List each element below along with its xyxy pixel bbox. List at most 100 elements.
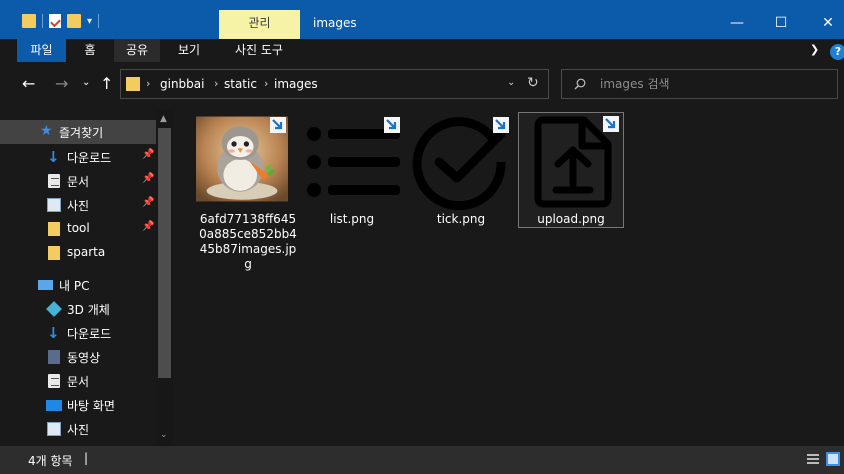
navigation-pane: ★ 즐겨찾기 ↓ 다운로드 📌 문서 📌 사진 📌 tool 📌 sparta … xyxy=(0,110,173,446)
download-icon: ↓ xyxy=(47,324,60,342)
sidebar-item-downloads[interactable]: ↓ 다운로드 📌 xyxy=(0,145,156,169)
tab-manage[interactable]: 관리 xyxy=(219,10,300,39)
pin-icon: 📌 xyxy=(142,149,155,160)
divider xyxy=(42,14,43,28)
download-icon: ↓ xyxy=(47,148,60,166)
shortcut-arrow-icon xyxy=(603,116,619,132)
sidebar-item-pc-downloads[interactable]: ↓ 다운로드 xyxy=(0,321,156,345)
folder-icon xyxy=(48,222,60,236)
sidebar-item-pictures[interactable]: 사진 📌 xyxy=(0,193,156,217)
search-input[interactable] xyxy=(600,70,830,98)
sidebar-item-this-pc[interactable]: 내 PC xyxy=(0,273,156,297)
sidebar-item-videos[interactable]: 동영상 xyxy=(0,345,156,369)
expand-ribbon-icon[interactable]: ❯ xyxy=(810,43,819,56)
pin-icon: 📌 xyxy=(142,197,155,208)
address-bar[interactable]: › ginbbai › static › images ⌄ ↻ xyxy=(120,69,549,99)
breadcrumb-images[interactable]: images xyxy=(274,77,318,91)
sidebar-item-sparta[interactable]: sparta xyxy=(0,241,156,265)
file-list: 6afd77138ff645 0a885ce852bb4 45b87images… xyxy=(173,110,844,446)
breadcrumb-static[interactable]: static xyxy=(224,77,257,91)
sidebar-item-quick-access[interactable]: ★ 즐겨찾기 xyxy=(0,120,156,144)
sidebar-item-label: 내 PC xyxy=(59,279,90,293)
search-box[interactable] xyxy=(561,69,838,99)
file-name: upload.png xyxy=(537,212,605,226)
folder-icon[interactable] xyxy=(22,14,36,28)
scroll-up-icon[interactable]: ▲ xyxy=(160,114,167,124)
tab-home[interactable]: 홈 xyxy=(66,39,114,62)
tab-file[interactable]: 파일 xyxy=(17,39,66,62)
ribbon-tabs: 파일 홈 공유 보기 사진 도구 ❯ xyxy=(0,39,844,62)
file-name: tick.png xyxy=(436,212,486,226)
sidebar-item-pc-documents[interactable]: 문서 xyxy=(0,369,156,393)
breadcrumb-ginbbai[interactable]: ginbbai xyxy=(160,77,204,91)
sidebar-item-label: 다운로드 xyxy=(67,327,112,341)
sidebar-item-label: 바탕 화면 xyxy=(67,399,115,413)
sidebar-item-label: 즐겨찾기 xyxy=(59,126,104,140)
sidebar-item-label: 3D 개체 xyxy=(67,303,110,317)
star-icon: ★ xyxy=(40,123,53,139)
sidebar-item-documents[interactable]: 문서 📌 xyxy=(0,169,156,193)
large-icons-view-icon[interactable] xyxy=(826,452,840,466)
properties-icon[interactable] xyxy=(49,14,61,28)
tab-picture-tools[interactable]: 사진 도구 xyxy=(218,39,300,62)
document-icon xyxy=(48,174,60,188)
sidebar-scrollbar[interactable]: ▲ ⌄ xyxy=(156,110,173,446)
divider: | xyxy=(84,451,89,465)
chevron-right-icon[interactable]: › xyxy=(214,77,218,90)
file-name-line: 6afd77138ff645 xyxy=(199,212,297,226)
up-arrow-icon[interactable]: ↑ xyxy=(100,74,113,93)
sidebar-item-label: 사진 xyxy=(67,199,90,213)
search-icon xyxy=(574,78,586,90)
file-item-tick-png[interactable]: tick.png xyxy=(409,114,513,230)
sidebar-item-3d-objects[interactable]: 3D 개체 xyxy=(0,297,156,321)
chevron-down-icon[interactable]: ⌄ xyxy=(507,77,515,88)
minimize-button[interactable]: — xyxy=(714,10,760,36)
help-icon[interactable]: ? xyxy=(830,44,844,60)
sidebar-item-label: 다운로드 xyxy=(67,151,112,165)
details-view-icon[interactable] xyxy=(806,452,820,466)
sidebar-item-pc-pictures[interactable]: 사진 xyxy=(0,417,156,441)
recent-locations-icon[interactable]: ⌄ xyxy=(82,77,90,88)
chevron-right-icon[interactable]: › xyxy=(264,77,268,90)
file-item-penguin-jpg[interactable]: 6afd77138ff645 0a885ce852bb4 45b87images… xyxy=(196,114,300,274)
sidebar-item-desktop[interactable]: 바탕 화면 xyxy=(0,393,156,417)
folder-icon xyxy=(48,246,60,260)
desktop-icon xyxy=(46,400,62,411)
pictures-icon xyxy=(47,198,61,212)
scrollbar-thumb[interactable] xyxy=(158,128,171,378)
computer-icon xyxy=(38,280,53,290)
sidebar-item-label: tool xyxy=(67,221,90,235)
maximize-button[interactable]: ☐ xyxy=(758,10,804,36)
quick-access-toolbar: ▾ xyxy=(22,14,100,28)
status-bar: 4개 항목 | xyxy=(0,446,844,474)
sidebar-item-label: sparta xyxy=(67,245,106,259)
sidebar-item-label: 동영상 xyxy=(67,351,101,365)
file-name-line: g xyxy=(244,257,252,271)
new-folder-icon[interactable] xyxy=(67,14,81,28)
sidebar-item-label: 문서 xyxy=(67,375,90,389)
sidebar-item-tool[interactable]: tool 📌 xyxy=(0,217,156,241)
scroll-down-icon[interactable]: ⌄ xyxy=(160,430,168,440)
file-item-list-png[interactable]: list.png xyxy=(300,114,404,230)
file-name: 6afd77138ff645 0a885ce852bb4 45b87images… xyxy=(196,212,300,272)
file-name-line: 0a885ce852bb4 xyxy=(199,227,297,241)
video-icon xyxy=(48,350,60,364)
forward-arrow-icon[interactable]: → xyxy=(55,74,68,93)
divider xyxy=(98,14,100,28)
sidebar-item-label: 사진 xyxy=(67,423,90,437)
shortcut-arrow-icon xyxy=(384,117,400,133)
sidebar-item-label: 문서 xyxy=(67,175,90,189)
chevron-right-icon[interactable]: › xyxy=(146,77,150,90)
window-title: images xyxy=(313,16,357,30)
title-bar: ▾ 관리 images — ☐ ✕ xyxy=(0,0,844,39)
back-arrow-icon[interactable]: ← xyxy=(22,74,35,93)
close-button[interactable]: ✕ xyxy=(805,10,844,36)
file-item-upload-png[interactable]: upload.png xyxy=(518,112,624,228)
file-name: list.png xyxy=(329,212,375,226)
tab-view[interactable]: 보기 xyxy=(160,39,218,62)
refresh-icon[interactable]: ↻ xyxy=(527,75,539,91)
shortcut-arrow-icon xyxy=(493,117,509,133)
tab-share[interactable]: 공유 xyxy=(114,39,160,62)
customize-toolbar-icon[interactable]: ▾ xyxy=(87,16,92,27)
document-icon xyxy=(48,374,60,388)
